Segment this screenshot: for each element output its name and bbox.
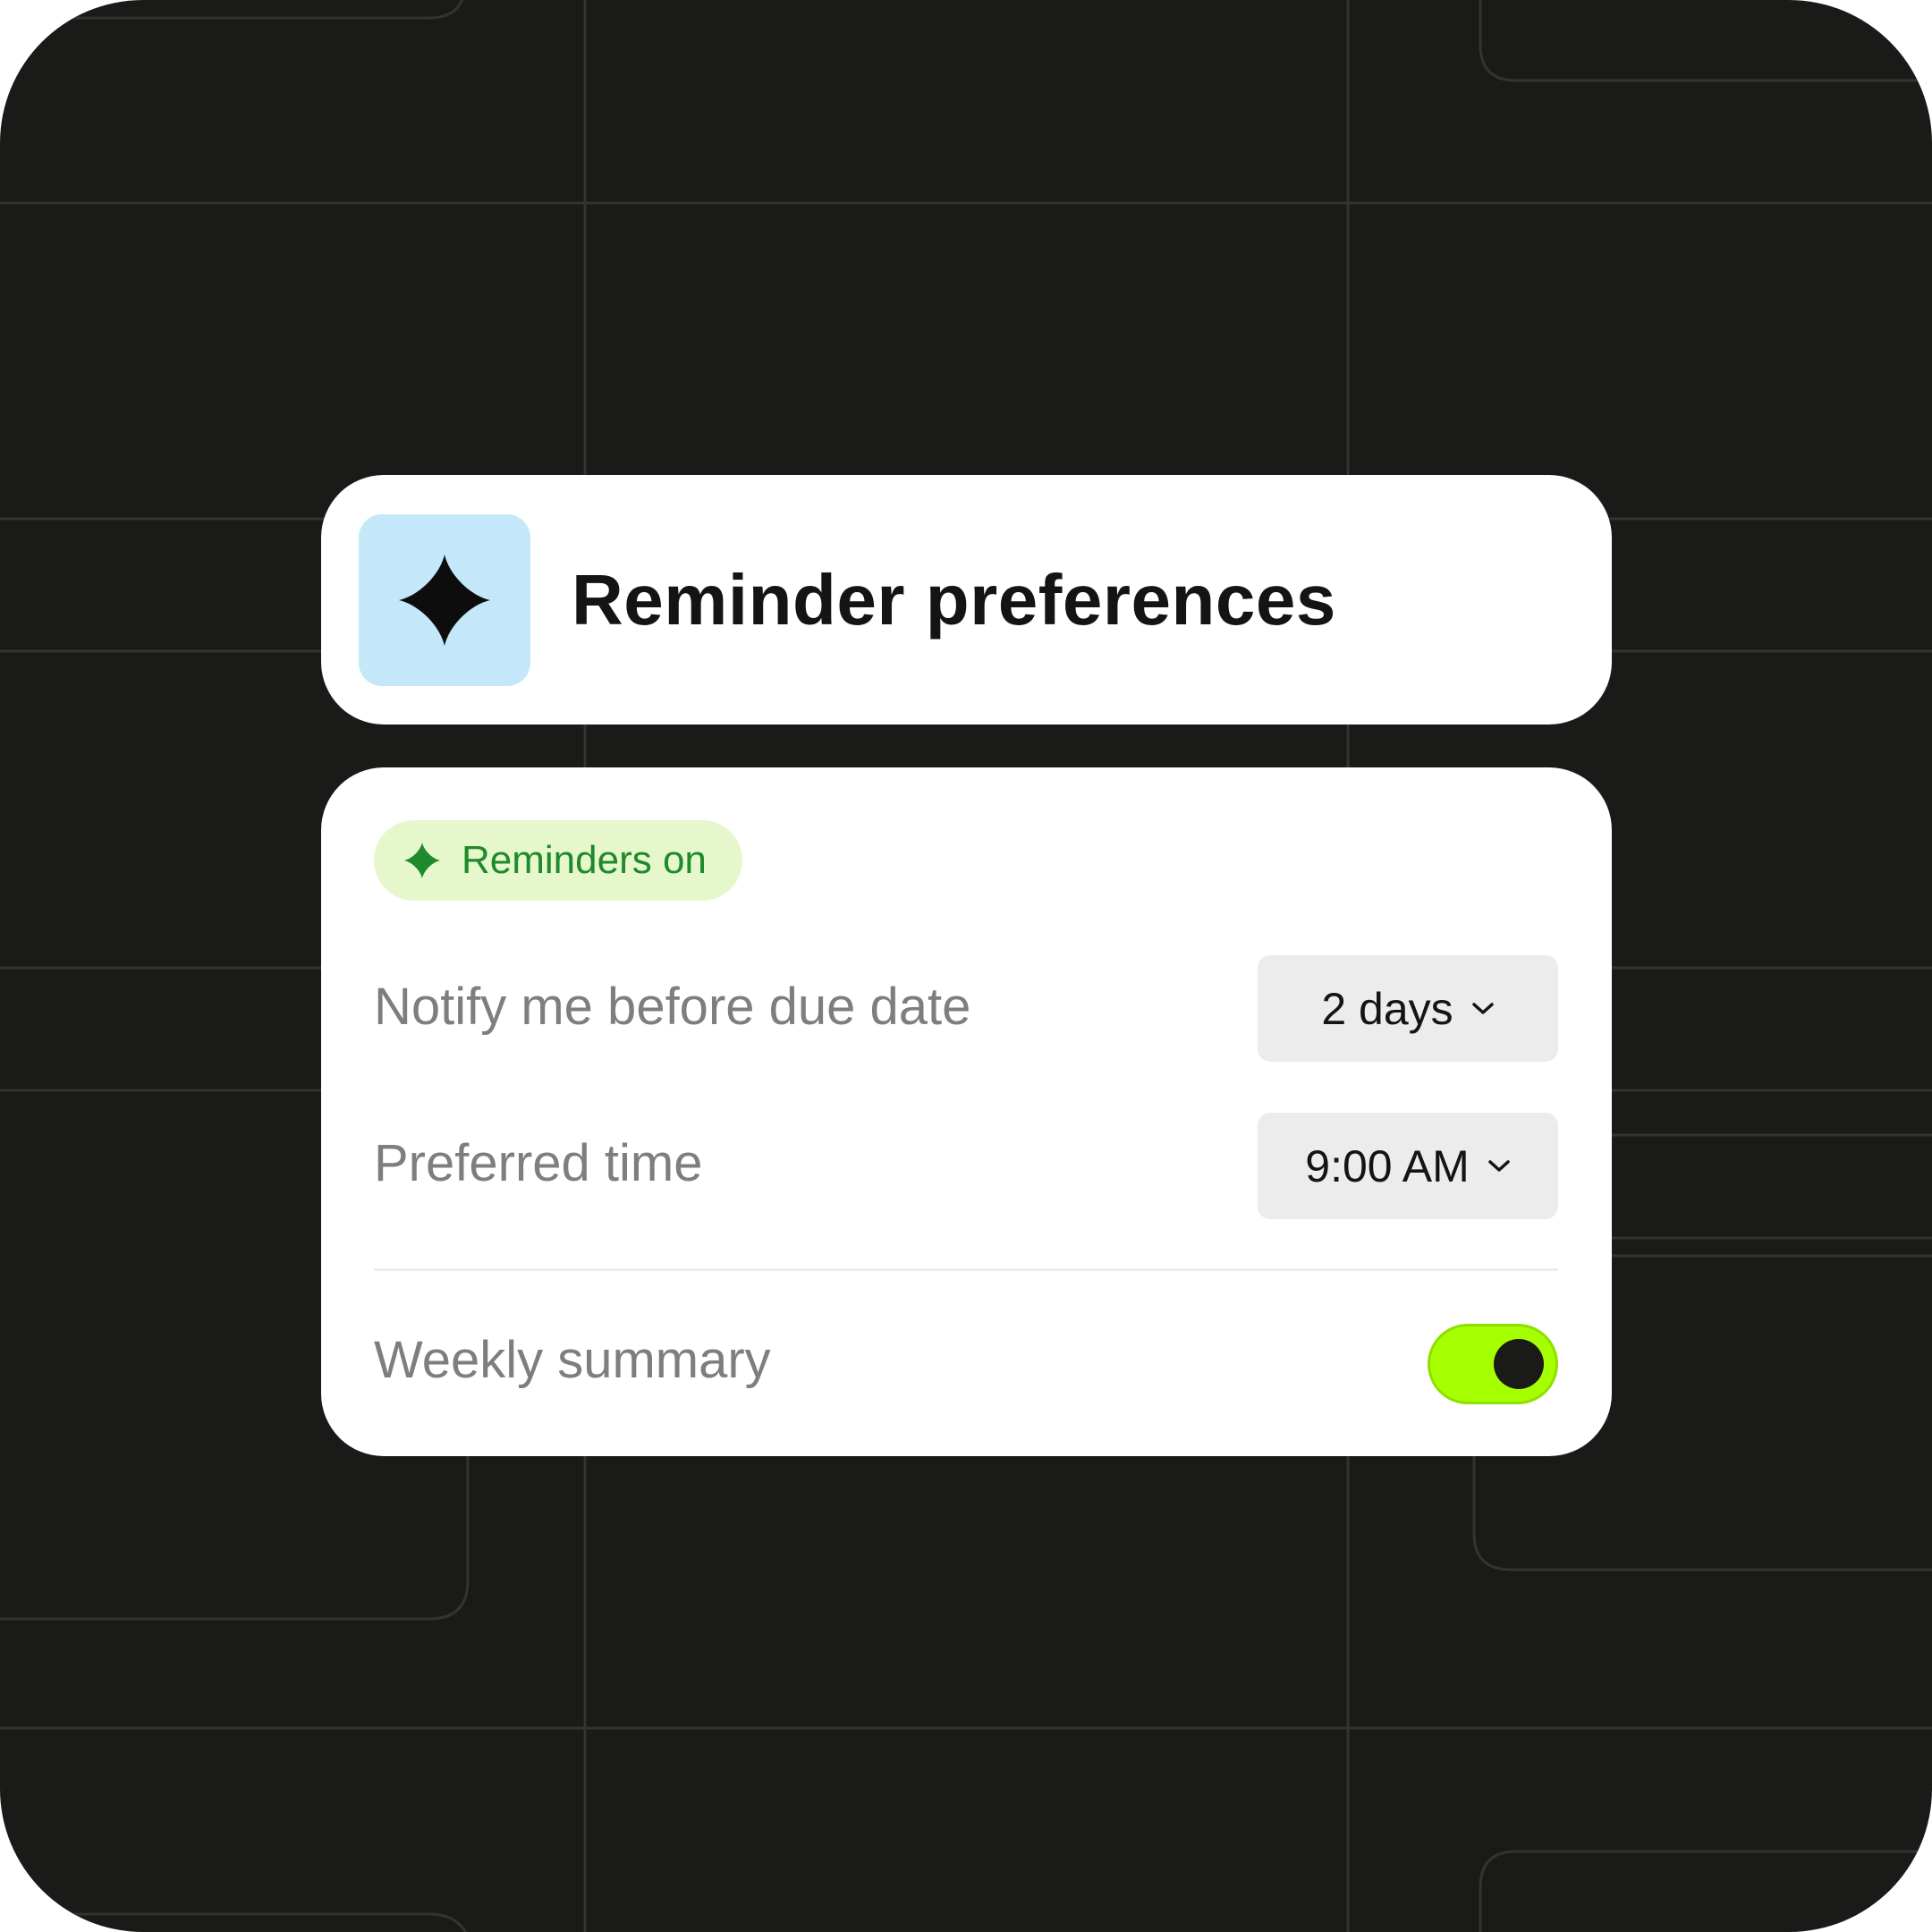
- notify-before-label: Notify me before due date: [374, 978, 971, 1036]
- status-badge-label: Reminders on: [462, 838, 707, 882]
- sparkle-icon: [399, 555, 490, 646]
- sparkle-icon: [404, 843, 440, 878]
- chevron-down-icon: [1471, 1002, 1494, 1014]
- app-icon-tile: [359, 514, 530, 686]
- notify-before-value: 2 days: [1321, 983, 1453, 1034]
- preferred-time-value: 9:00 AM: [1305, 1140, 1470, 1191]
- settings-card: Reminders on Notify me before due date 2…: [321, 767, 1612, 1456]
- status-badge: Reminders on: [374, 820, 742, 901]
- toggle-knob: [1494, 1339, 1544, 1389]
- chevron-down-icon: [1487, 1159, 1510, 1172]
- preferred-time-label: Preferred time: [374, 1134, 703, 1192]
- weekly-summary-label: Weekly summary: [374, 1331, 771, 1389]
- background-frame: Reminder preferences Reminders on Notify…: [0, 0, 1932, 1932]
- weekly-summary-toggle[interactable]: [1428, 1324, 1558, 1404]
- notify-before-select[interactable]: 2 days: [1258, 955, 1558, 1062]
- preferred-time-select[interactable]: 9:00 AM: [1258, 1113, 1558, 1219]
- header-card: Reminder preferences: [321, 475, 1612, 724]
- divider: [374, 1268, 1558, 1271]
- page-title: Reminder preferences: [572, 560, 1336, 640]
